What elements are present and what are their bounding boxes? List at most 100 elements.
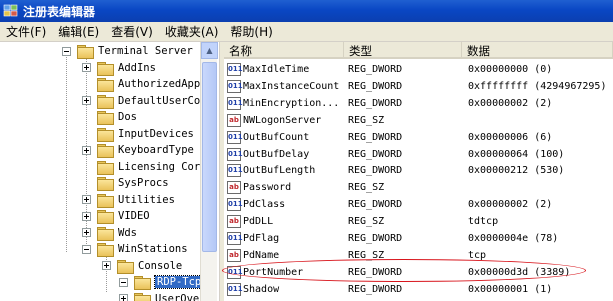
folder-icon bbox=[97, 210, 114, 224]
table-row[interactable]: 011 Shadow REG_DWORD 0x00000001 (1) bbox=[224, 281, 613, 298]
tree-item-label: VIDEO bbox=[118, 210, 150, 222]
collapse-icon[interactable] bbox=[82, 244, 91, 254]
expand-icon[interactable] bbox=[82, 211, 91, 221]
value-type: REG_DWORD bbox=[348, 266, 403, 278]
value-type: REG_DWORD bbox=[348, 199, 403, 211]
tree-item-label: Dos bbox=[118, 111, 137, 123]
menu-help[interactable]: 帮助(H) bbox=[224, 23, 278, 40]
expand-icon[interactable] bbox=[119, 294, 128, 301]
value-name-cell: 011 OutBufCount bbox=[227, 129, 345, 146]
value-name: PdDLL bbox=[243, 216, 274, 228]
value-name-cell: 011 OutBufLength bbox=[227, 162, 345, 179]
value-name-cell: ab Password bbox=[227, 179, 345, 196]
tree-item[interactable]: AuthorizedAppl bbox=[82, 76, 207, 92]
binary-value-icon: 011 bbox=[227, 282, 243, 296]
collapse-icon[interactable] bbox=[62, 46, 71, 56]
table-row[interactable]: 011 PortNumber REG_DWORD 0x00000d3d (3389) bbox=[224, 264, 613, 281]
folder-icon bbox=[97, 127, 114, 142]
value-data: 0x00000002 (2) bbox=[468, 97, 553, 109]
table-row[interactable]: 011 OutBufCount REG_DWORD 0x00000006 (6) bbox=[224, 129, 613, 146]
tree-item[interactable]: Utilities bbox=[82, 192, 175, 208]
tree-item[interactable]: Terminal Server bbox=[62, 43, 193, 59]
menu-view[interactable]: 查看(V) bbox=[105, 23, 159, 40]
column-data-header[interactable]: 数据 bbox=[462, 42, 613, 59]
menu-file[interactable]: 文件(F) bbox=[0, 23, 52, 40]
table-row[interactable]: ab PdDLL REG_SZ tdtcp bbox=[224, 213, 613, 230]
tree-item[interactable]: RDP-Tcp bbox=[119, 274, 205, 290]
table-row[interactable]: 011 MaxIdleTime REG_DWORD 0x00000000 (0) bbox=[224, 61, 613, 78]
column-type-header[interactable]: 类型 bbox=[344, 42, 462, 59]
expand-icon[interactable] bbox=[82, 96, 91, 105]
tree-item[interactable]: UserOve bbox=[119, 291, 199, 301]
expand-icon[interactable] bbox=[82, 145, 91, 155]
table-row[interactable]: 011 PdClass REG_DWORD 0x00000002 (2) bbox=[224, 196, 613, 213]
value-name-cell: 011 PdClass bbox=[227, 196, 345, 213]
value-data: tcp bbox=[468, 249, 487, 261]
value-type: REG_DWORD bbox=[348, 131, 403, 143]
table-row[interactable]: 011 MaxInstanceCount REG_DWORD 0xffffffff (… bbox=[224, 78, 613, 95]
tree-item[interactable]: InputDevices bbox=[82, 126, 194, 142]
title-bar[interactable]: 注册表编辑器 bbox=[0, 0, 613, 22]
table-row[interactable]: ab NWLogonServer REG_SZ bbox=[224, 112, 613, 129]
binary-value-icon: 011 bbox=[227, 79, 243, 93]
folder-icon bbox=[97, 144, 114, 158]
collapse-icon[interactable] bbox=[119, 277, 128, 287]
folder-icon bbox=[97, 94, 114, 109]
expand-icon[interactable] bbox=[82, 195, 91, 204]
scroll-thumb[interactable] bbox=[202, 62, 217, 252]
tree-item[interactable]: VIDEO bbox=[82, 208, 150, 224]
tree-item-label: UserOve bbox=[155, 292, 200, 301]
tree-item[interactable]: Wds bbox=[82, 225, 137, 241]
binary-value-icon: 011 bbox=[227, 63, 243, 76]
tree-item[interactable]: KeyboardType M bbox=[82, 142, 207, 158]
expand-icon[interactable] bbox=[82, 228, 91, 237]
registry-key-tree[interactable]: Terminal Server AddIns AuthorizedAppl Defau… bbox=[2, 42, 220, 301]
tree-item[interactable]: SysProcs bbox=[82, 175, 169, 191]
string-value-icon: ab bbox=[227, 181, 241, 195]
tree-item-label: AddIns bbox=[118, 61, 156, 74]
string-value-icon: ab bbox=[227, 113, 241, 127]
tree-item[interactable]: Dos bbox=[82, 109, 137, 125]
tree-item[interactable]: DefaultUserCon bbox=[82, 93, 207, 109]
value-data bbox=[468, 179, 613, 196]
value-name: Password bbox=[243, 182, 292, 194]
tree-item[interactable]: AddIns bbox=[82, 60, 156, 76]
expand-icon[interactable] bbox=[82, 63, 91, 72]
tree-scrollbar[interactable]: ▲ bbox=[200, 42, 218, 301]
value-name: MaxInstanceCount bbox=[243, 80, 340, 92]
folder-icon bbox=[97, 243, 114, 257]
value-name: PdName bbox=[243, 249, 280, 261]
table-row[interactable]: 011 OutBufLength REG_DWORD 0x00000212 (530) bbox=[224, 162, 613, 179]
column-name-header[interactable]: 名称 bbox=[224, 42, 344, 59]
tree-item[interactable]: Console bbox=[102, 258, 182, 274]
value-name-cell: 011 Shadow bbox=[227, 281, 345, 298]
table-row[interactable]: 011 OutBufDelay REG_DWORD 0x00000064 (100) bbox=[224, 146, 613, 163]
scroll-up-button[interactable]: ▲ bbox=[201, 42, 218, 59]
folder-icon bbox=[97, 177, 114, 191]
tree-item-label: AuthorizedAppl bbox=[118, 78, 207, 90]
value-data: 0x00000006 (6) bbox=[468, 131, 553, 143]
tree-item-label: RDP-Tcp bbox=[153, 275, 205, 289]
tree-item-label: Wds bbox=[118, 226, 137, 239]
menu-favorites[interactable]: 收藏夹(A) bbox=[159, 23, 225, 40]
value-type: REG_SZ bbox=[348, 249, 385, 261]
menu-edit[interactable]: 编辑(E) bbox=[52, 23, 105, 40]
folder-icon bbox=[97, 160, 114, 175]
value-name-cell: 011 OutBufDelay bbox=[227, 146, 345, 163]
expand-icon[interactable] bbox=[102, 261, 111, 270]
value-name: MaxIdleTime bbox=[243, 64, 310, 75]
table-row[interactable]: ab PdName REG_SZ tcp bbox=[224, 247, 613, 264]
value-type: REG_DWORD bbox=[348, 148, 403, 160]
tree-item-label: Terminal Server bbox=[98, 45, 193, 57]
list-header: 名称 类型 数据 bbox=[224, 42, 613, 59]
value-name-cell: 011 PdFlag bbox=[227, 230, 345, 247]
binary-value-icon: 011 bbox=[227, 147, 243, 161]
table-row[interactable]: ab Password REG_SZ bbox=[224, 179, 613, 196]
tree-item-label: Utilities bbox=[118, 193, 175, 206]
value-type: REG_DWORD bbox=[348, 97, 403, 109]
table-row[interactable]: 011 PdFlag REG_DWORD 0x0000004e (78) bbox=[224, 230, 613, 247]
tree-item[interactable]: Licensing Core bbox=[82, 159, 207, 175]
table-row[interactable]: 011 MinEncryption... REG_DWORD 0x00000002 (… bbox=[224, 95, 613, 112]
value-data bbox=[468, 112, 613, 129]
tree-item[interactable]: WinStations bbox=[82, 241, 188, 257]
